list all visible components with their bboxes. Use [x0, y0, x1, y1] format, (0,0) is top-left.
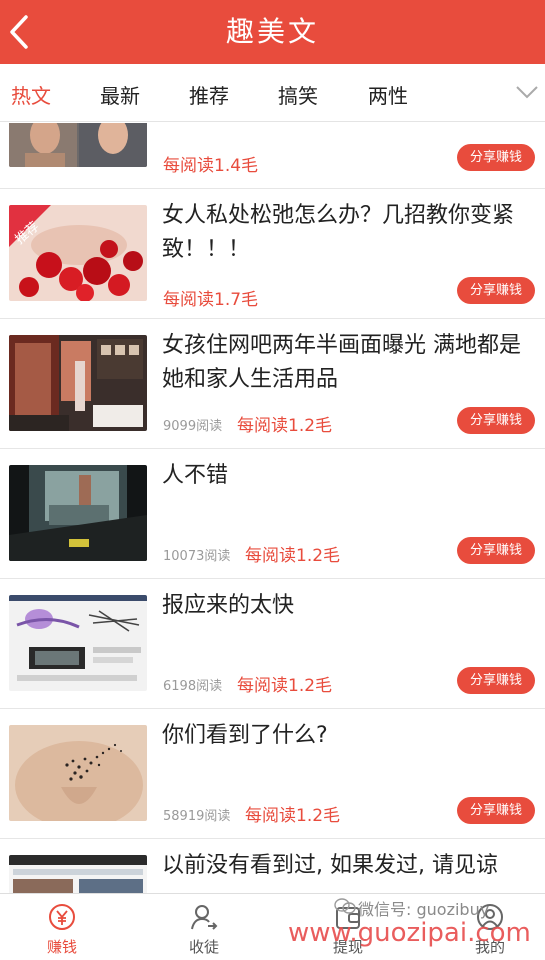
add-user-icon: [191, 905, 218, 930]
wechat-icon: [334, 898, 356, 914]
article-title: 报应来的太快: [162, 593, 295, 618]
share-earn-button[interactable]: 分享赚钱: [457, 277, 535, 304]
more-tabs-button[interactable]: [513, 78, 541, 106]
url-watermark: www.guozipai.com: [288, 918, 531, 948]
tab-latest[interactable]: 最新: [100, 80, 140, 109]
share-earn-button[interactable]: 分享赚钱: [457, 667, 535, 694]
article-thumbnail: [9, 855, 147, 893]
nav-earn[interactable]: 赚钱: [12, 894, 112, 960]
reward-rate: 每阅读1.4毛: [163, 156, 259, 176]
article-title: 你们看到了什么?: [162, 723, 328, 748]
list-item[interactable]: 你们看到了什么? 58919阅读 每阅读1.2毛 分享赚钱: [0, 709, 545, 839]
nav-label: 赚钱: [46, 938, 77, 956]
list-item[interactable]: 女孩住网吧两年半画面曝光 满地都是她和家人生活用品 9099阅读 每阅读1.2毛…: [0, 319, 545, 449]
list-item[interactable]: 人不错 10073阅读 每阅读1.2毛 分享赚钱: [0, 449, 545, 579]
reward-rate: 每阅读1.2毛: [245, 806, 341, 826]
read-count: 10073阅读: [163, 549, 231, 564]
article-thumbnail: [9, 465, 147, 561]
reward-rate: 每阅读1.7毛: [163, 290, 259, 310]
yen-circle-icon: [49, 904, 75, 930]
share-earn-button[interactable]: 分享赚钱: [457, 537, 535, 564]
list-item[interactable]: 推荐 女人私处松弛怎么办？几招教你变紧致！！！ 每阅读1.7毛 分享赚钱: [0, 189, 545, 319]
article-title: 女孩住网吧两年半画面曝光 满地都是她和家人生活用品: [162, 333, 521, 392]
article-title: 以前没有看到过, 如果发过, 请见谅: [162, 853, 498, 878]
tab-funny[interactable]: 搞笑: [278, 80, 318, 109]
read-count: 58919阅读: [163, 809, 231, 824]
article-title: 女人私处松弛怎么办？几招教你变紧致！！！: [162, 203, 515, 262]
article-title: 人不错: [162, 463, 229, 488]
nav-label: 收徒: [188, 938, 219, 956]
share-earn-button[interactable]: 分享赚钱: [457, 407, 535, 434]
list-item[interactable]: 以前没有看到过, 如果发过, 请见谅: [0, 839, 545, 893]
tab-relationships[interactable]: 两性: [368, 80, 408, 109]
article-thumbnail: [9, 335, 147, 431]
article-thumbnail: [9, 595, 147, 691]
tab-hot[interactable]: 热文: [11, 80, 51, 109]
read-count: 9099阅读: [163, 419, 223, 434]
share-earn-button[interactable]: 分享赚钱: [457, 797, 535, 824]
reward-rate: 每阅读1.2毛: [237, 416, 333, 436]
list-item[interactable]: 每阅读1.4毛 分享赚钱: [0, 123, 545, 189]
chevron-down-icon: [516, 86, 538, 99]
article-thumbnail: [9, 123, 147, 167]
tab-recommended[interactable]: 推荐: [189, 80, 229, 109]
share-earn-button[interactable]: 分享赚钱: [457, 144, 535, 171]
app-title: 趣美文: [225, 15, 319, 48]
nav-recruit[interactable]: 收徒: [154, 894, 254, 960]
reward-rate: 每阅读1.2毛: [245, 546, 341, 566]
read-count: 6198阅读: [163, 679, 223, 694]
category-tabs: 热文 最新 推荐 搞笑 两性: [0, 64, 545, 122]
article-feed: 每阅读1.4毛 分享赚钱 推荐 女人私处松弛怎么办？几招教你变紧致！！！ 每阅读…: [0, 123, 545, 893]
wechat-watermark: 微信号: guozibuy: [358, 900, 490, 919]
article-thumbnail: [9, 725, 147, 821]
reward-rate: 每阅读1.2毛: [237, 676, 333, 696]
list-item[interactable]: 报应来的太快 6198阅读 每阅读1.2毛 分享赚钱: [0, 579, 545, 709]
app-header: 趣美文: [0, 0, 545, 64]
